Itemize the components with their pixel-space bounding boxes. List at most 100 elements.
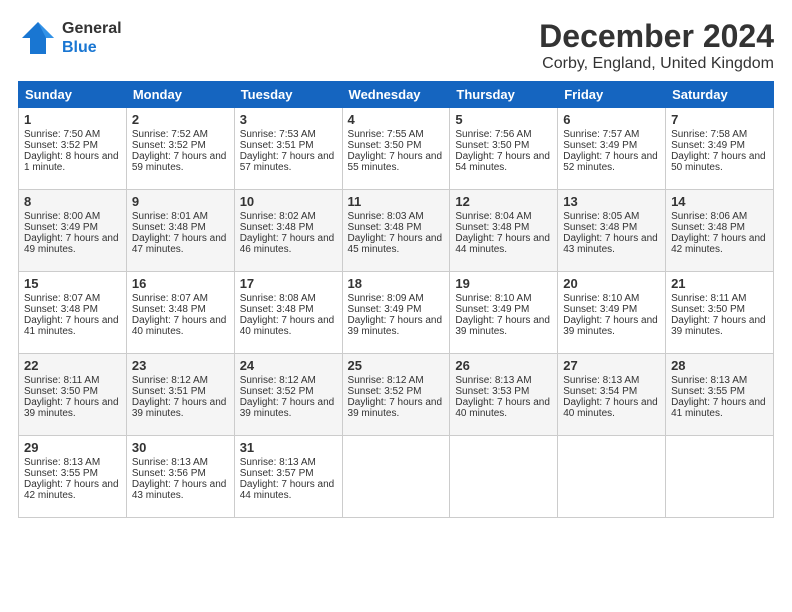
sunrise-text: Sunrise: 8:03 AM — [348, 211, 424, 222]
sunrise-text: Sunrise: 8:13 AM — [132, 457, 208, 468]
day-cell-4: 4Sunrise: 7:55 AMSunset: 3:50 PMDaylight… — [342, 108, 450, 190]
day-cell-3: 3 Sunrise: 7:53 AMSunset: 3:51 PMDaylight… — [234, 108, 342, 190]
sunrise-text: Sunrise: 7:55 AM — [348, 129, 424, 140]
sunrise-text: Sunrise: 8:08 AM — [240, 293, 316, 304]
daylight-text: Daylight: 7 hours and 39 minutes. — [671, 315, 766, 337]
day-number: 31 — [240, 440, 337, 455]
day-cell-14: 14Sunrise: 8:06 AMSunset: 3:48 PMDayligh… — [666, 190, 774, 272]
daylight-text: Daylight: 7 hours and 39 minutes. — [24, 397, 119, 419]
day-cell-31: 31Sunrise: 8:13 AMSunset: 3:57 PMDayligh… — [234, 436, 342, 518]
day-cell-7: 7Sunrise: 7:58 AMSunset: 3:49 PMDaylight… — [666, 108, 774, 190]
main-title: December 2024 — [539, 18, 774, 55]
day-number: 1 — [24, 112, 121, 127]
daylight-text: Daylight: 7 hours and 39 minutes. — [132, 397, 227, 419]
day-number: 17 — [240, 276, 337, 291]
day-number: 18 — [348, 276, 445, 291]
daylight-text: Daylight: 7 hours and 54 minutes. — [455, 151, 550, 173]
day-cell-23: 23Sunrise: 8:12 AMSunset: 3:51 PMDayligh… — [126, 354, 234, 436]
daylight-text: Daylight: 7 hours and 40 minutes. — [132, 315, 227, 337]
logo-icon — [18, 18, 58, 58]
daylight-text: Daylight: 7 hours and 41 minutes. — [24, 315, 119, 337]
sunset-text: Sunset: 3:50 PM — [455, 140, 529, 151]
sunset-text: Sunset: 3:49 PM — [563, 304, 637, 315]
day-cell-2: 2Sunrise: 7:52 AMSunset: 3:52 PMDaylight… — [126, 108, 234, 190]
title-block: December 2024 Corby, England, United Kin… — [539, 18, 774, 73]
week-row-5: 29Sunrise: 8:13 AMSunset: 3:55 PMDayligh… — [19, 436, 774, 518]
sunrise-text: Sunrise: 8:12 AM — [132, 375, 208, 386]
day-number: 6 — [563, 112, 660, 127]
daylight-text: Daylight: 7 hours and 43 minutes. — [563, 233, 658, 255]
sunrise-text: Sunrise: 7:50 AM — [24, 129, 100, 140]
day-cell-9: 9Sunrise: 8:01 AMSunset: 3:48 PMDaylight… — [126, 190, 234, 272]
sunrise-text: Sunrise: 8:12 AM — [348, 375, 424, 386]
day-number: 10 — [240, 194, 337, 209]
day-number: 28 — [671, 358, 768, 373]
day-number: 12 — [455, 194, 552, 209]
sunrise-text: Sunrise: 8:04 AM — [455, 211, 531, 222]
day-cell-15: 15Sunrise: 8:07 AMSunset: 3:48 PMDayligh… — [19, 272, 127, 354]
daylight-text: Daylight: 7 hours and 49 minutes. — [24, 233, 119, 255]
day-number: 23 — [132, 358, 229, 373]
daylight-text: Daylight: 7 hours and 57 minutes. — [240, 151, 335, 173]
daylight-text: Daylight: 7 hours and 39 minutes. — [455, 315, 550, 337]
calendar: SundayMondayTuesdayWednesdayThursdayFrid… — [18, 81, 774, 518]
sunrise-text: Sunrise: 8:02 AM — [240, 211, 316, 222]
day-cell-29: 29Sunrise: 8:13 AMSunset: 3:55 PMDayligh… — [19, 436, 127, 518]
sunset-text: Sunset: 3:56 PM — [132, 468, 206, 479]
day-number: 3 — [240, 112, 337, 127]
day-cell-5: 5Sunrise: 7:56 AMSunset: 3:50 PMDaylight… — [450, 108, 558, 190]
day-number: 16 — [132, 276, 229, 291]
week-row-1: 1 Sunrise: 7:50 AMSunset: 3:52 PM Daylight… — [19, 108, 774, 190]
daylight-text: Daylight: 7 hours and 39 minutes. — [563, 315, 658, 337]
day-number: 29 — [24, 440, 121, 455]
sunset-text: Sunset: 3:48 PM — [348, 222, 422, 233]
weekday-header-wednesday: Wednesday — [342, 82, 450, 108]
sunset-text: Sunset: 3:53 PM — [455, 386, 529, 397]
sunrise-text: Sunrise: 8:10 AM — [563, 293, 639, 304]
sunset-text: Sunset: 3:55 PM — [24, 468, 98, 479]
sunrise-text: Sunrise: 8:13 AM — [240, 457, 316, 468]
header: GeneralBlue December 2024 Corby, England… — [18, 18, 774, 73]
sunset-text: Sunset: 3:51 PM — [240, 140, 314, 151]
day-number: 26 — [455, 358, 552, 373]
daylight-text: Daylight: 7 hours and 47 minutes. — [132, 233, 227, 255]
day-cell-19: 19Sunrise: 8:10 AMSunset: 3:49 PMDayligh… — [450, 272, 558, 354]
sunrise-text: Sunrise: 8:11 AM — [671, 293, 746, 304]
day-number: 4 — [348, 112, 445, 127]
sunrise-text: Sunrise: 8:07 AM — [24, 293, 100, 304]
sunrise-text: Sunrise: 7:58 AM — [671, 129, 747, 140]
day-cell-13: 13Sunrise: 8:05 AMSunset: 3:48 PMDayligh… — [558, 190, 666, 272]
day-number: 27 — [563, 358, 660, 373]
day-number: 9 — [132, 194, 229, 209]
day-number: 21 — [671, 276, 768, 291]
sunrise-text: Sunrise: 7:53 AM — [240, 129, 316, 140]
sunset-text: Sunset: 3:52 PM — [24, 140, 98, 151]
daylight-text: Daylight: 7 hours and 40 minutes. — [240, 315, 335, 337]
sunset-text: Sunset: 3:50 PM — [348, 140, 422, 151]
day-cell-16: 16Sunrise: 8:07 AMSunset: 3:48 PMDayligh… — [126, 272, 234, 354]
sunset-text: Sunset: 3:50 PM — [671, 304, 745, 315]
weekday-header-tuesday: Tuesday — [234, 82, 342, 108]
sunrise-text: Sunrise: 8:00 AM — [24, 211, 100, 222]
day-number: 15 — [24, 276, 121, 291]
week-row-4: 22Sunrise: 8:11 AMSunset: 3:50 PMDayligh… — [19, 354, 774, 436]
empty-cell — [450, 436, 558, 518]
daylight-text: Daylight: 7 hours and 39 minutes. — [348, 397, 443, 419]
daylight-text: Daylight: 7 hours and 42 minutes. — [671, 233, 766, 255]
day-cell-25: 25Sunrise: 8:12 AMSunset: 3:52 PMDayligh… — [342, 354, 450, 436]
sunset-text: Sunset: 3:48 PM — [132, 304, 206, 315]
day-cell-6: 6Sunrise: 7:57 AMSunset: 3:49 PMDaylight… — [558, 108, 666, 190]
sunset-text: Sunset: 3:50 PM — [24, 386, 98, 397]
weekday-header-monday: Monday — [126, 82, 234, 108]
daylight-text: Daylight: 7 hours and 41 minutes. — [671, 397, 766, 419]
daylight-text: Daylight: 7 hours and 46 minutes. — [240, 233, 335, 255]
sunrise-text: Sunrise: 8:06 AM — [671, 211, 747, 222]
day-number: 19 — [455, 276, 552, 291]
daylight-text: Daylight: 7 hours and 59 minutes. — [132, 151, 227, 173]
subtitle: Corby, England, United Kingdom — [539, 55, 774, 73]
daylight-text: Daylight: 7 hours and 40 minutes. — [455, 397, 550, 419]
weekday-header-saturday: Saturday — [666, 82, 774, 108]
daylight-text: Daylight: 7 hours and 39 minutes. — [240, 397, 335, 419]
day-number: 30 — [132, 440, 229, 455]
day-number: 5 — [455, 112, 552, 127]
